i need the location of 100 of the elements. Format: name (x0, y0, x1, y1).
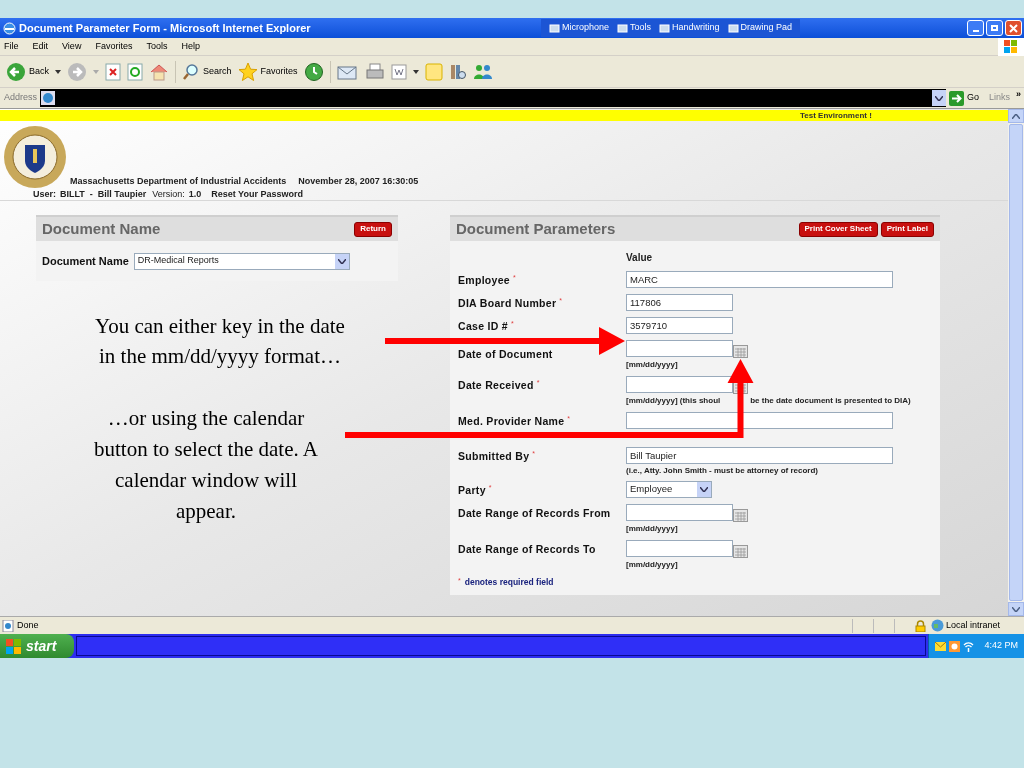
print-button[interactable]: Print Label (880, 221, 934, 237)
research-icon[interactable] (448, 62, 467, 81)
lock-icon (915, 619, 926, 632)
calendar-icon[interactable] (733, 545, 748, 558)
print-button[interactable]: Print Cover Sheet (798, 221, 878, 237)
window-title: Document Parameter Form - Microsoft Internet Explorer (19, 20, 312, 36)
tool-icon (549, 22, 560, 34)
word-icon[interactable] (390, 63, 407, 80)
people-icon[interactable] (472, 62, 493, 81)
field-label: Case ID # (458, 319, 508, 334)
scroll-up-icon[interactable] (1012, 113, 1020, 119)
text-field[interactable]: MARC (626, 271, 893, 288)
field-label: Date of Document (458, 347, 553, 362)
menu-item[interactable]: View (62, 39, 82, 54)
field-label: Party (458, 483, 486, 498)
status-text: Done (17, 618, 39, 632)
wireless-icon[interactable] (963, 640, 974, 652)
windows-logo-icon (6, 638, 22, 654)
text-field[interactable]: 117806 (626, 294, 733, 311)
minimize-button[interactable] (967, 20, 984, 36)
field-label: Submitted By (458, 449, 530, 464)
address-field[interactable] (40, 89, 946, 107)
tool-icon (727, 22, 739, 34)
browser-icon (3, 21, 16, 35)
search-button[interactable]: Search (182, 62, 232, 81)
language-bar-item[interactable]: Tools (617, 21, 652, 35)
field-label: Date Range of Records To (458, 542, 596, 557)
date-field[interactable] (626, 540, 733, 557)
text-field[interactable] (626, 412, 893, 429)
more-chevron[interactable]: » (1016, 88, 1021, 102)
return-button[interactable]: Return (354, 221, 392, 237)
print-icon[interactable] (364, 62, 385, 81)
stop-icon[interactable] (105, 62, 121, 81)
document-name-select[interactable]: DR-Medical Reports (133, 252, 350, 270)
panel-title: Document Name (42, 218, 161, 239)
address-label: Address (4, 91, 38, 105)
menu-item[interactable]: Help (181, 39, 200, 54)
field-label: Document Name (42, 253, 129, 269)
page-icon (41, 91, 56, 105)
menu-item[interactable]: File (4, 39, 19, 54)
home-icon[interactable] (149, 62, 169, 81)
field-label: Date Received (458, 378, 534, 393)
language-bar-item[interactable]: Drawing Pad (727, 21, 793, 35)
date-field[interactable] (626, 504, 733, 521)
go-arrow-icon (948, 90, 964, 106)
hint-text: [mm/dd/yyyy] (this shoul (626, 395, 721, 407)
menu-item[interactable]: Favorites (95, 39, 133, 54)
hint-text: [mm/dd/yyyy] (626, 359, 678, 371)
field-label: Employee (458, 273, 510, 288)
user-name: BILLT - Bill Taupier (60, 188, 147, 201)
calendar-icon[interactable] (733, 509, 748, 522)
clock: 4:42 PM (984, 639, 1018, 653)
mail-icon[interactable] (935, 641, 946, 651)
search-icon (182, 62, 200, 81)
text-field[interactable]: Bill Taupier (626, 447, 893, 464)
seal-logo (3, 125, 67, 189)
party-select[interactable]: Employee (626, 481, 712, 498)
date-field[interactable] (626, 340, 733, 357)
dropdown-arrow-icon[interactable] (55, 69, 61, 74)
close-icon (1009, 23, 1018, 33)
banner-text: Test Environment ! (800, 109, 872, 122)
app-icon[interactable] (949, 640, 960, 652)
history-icon[interactable] (303, 61, 324, 82)
annotation-text: …or using the calendar button to select the date. A calendar window will appear. (93, 405, 319, 525)
back-button[interactable]: Back (6, 61, 49, 82)
hint-text: (i.e., Atty. John Smith - must be attorney of record) (626, 465, 818, 477)
user-label: User: (33, 188, 56, 201)
date-field[interactable] (626, 376, 733, 393)
version-number: 1.0 (188, 188, 202, 201)
date-time: November 28, 2007 16:30:05 (298, 175, 419, 188)
go-button[interactable]: Go (948, 90, 979, 106)
menu-item[interactable]: Tools (146, 39, 168, 54)
field-label: DIA Board Number (458, 296, 557, 311)
menu-item[interactable]: Edit (32, 39, 49, 54)
close-button[interactable] (1005, 20, 1022, 36)
text-field[interactable]: 3579710 (626, 317, 733, 334)
hint-text: [mm/dd/yyyy] (626, 559, 678, 571)
scroll-down-icon[interactable] (1012, 606, 1020, 612)
footnote-text: denotes required field (464, 576, 554, 589)
version-label: Version: (152, 188, 185, 201)
star-icon (237, 61, 258, 82)
favorites-button[interactable]: Favorites (237, 61, 298, 82)
field-label: Med. Provider Name (458, 414, 565, 429)
forward-icon[interactable] (67, 61, 87, 82)
hint-text: be the date document is presented to DIA) (750, 395, 911, 407)
page-icon (2, 619, 14, 632)
column-header: Value (626, 251, 653, 265)
calendar-icon[interactable] (733, 345, 748, 358)
language-bar-item[interactable]: Handwriting (659, 21, 720, 35)
panel-title: Document Parameters (456, 218, 616, 239)
language-bar-item[interactable]: Microphone (549, 21, 610, 35)
scrollbar[interactable] (1008, 109, 1024, 616)
refresh-icon[interactable] (127, 62, 143, 81)
dropdown-arrow-icon[interactable] (412, 69, 419, 74)
restore-button[interactable] (986, 20, 1003, 36)
annotation-text: You can either key in the date in the mm/dd/yyyy format… (94, 313, 346, 370)
organization-name: Massachusetts Department of Industrial Accidents (70, 175, 287, 188)
zone-text: Local intranet (946, 618, 1002, 632)
hint-text: [mm/dd/yyyy] (626, 523, 678, 535)
reset-password-link[interactable]: Reset Your Password (211, 188, 303, 202)
